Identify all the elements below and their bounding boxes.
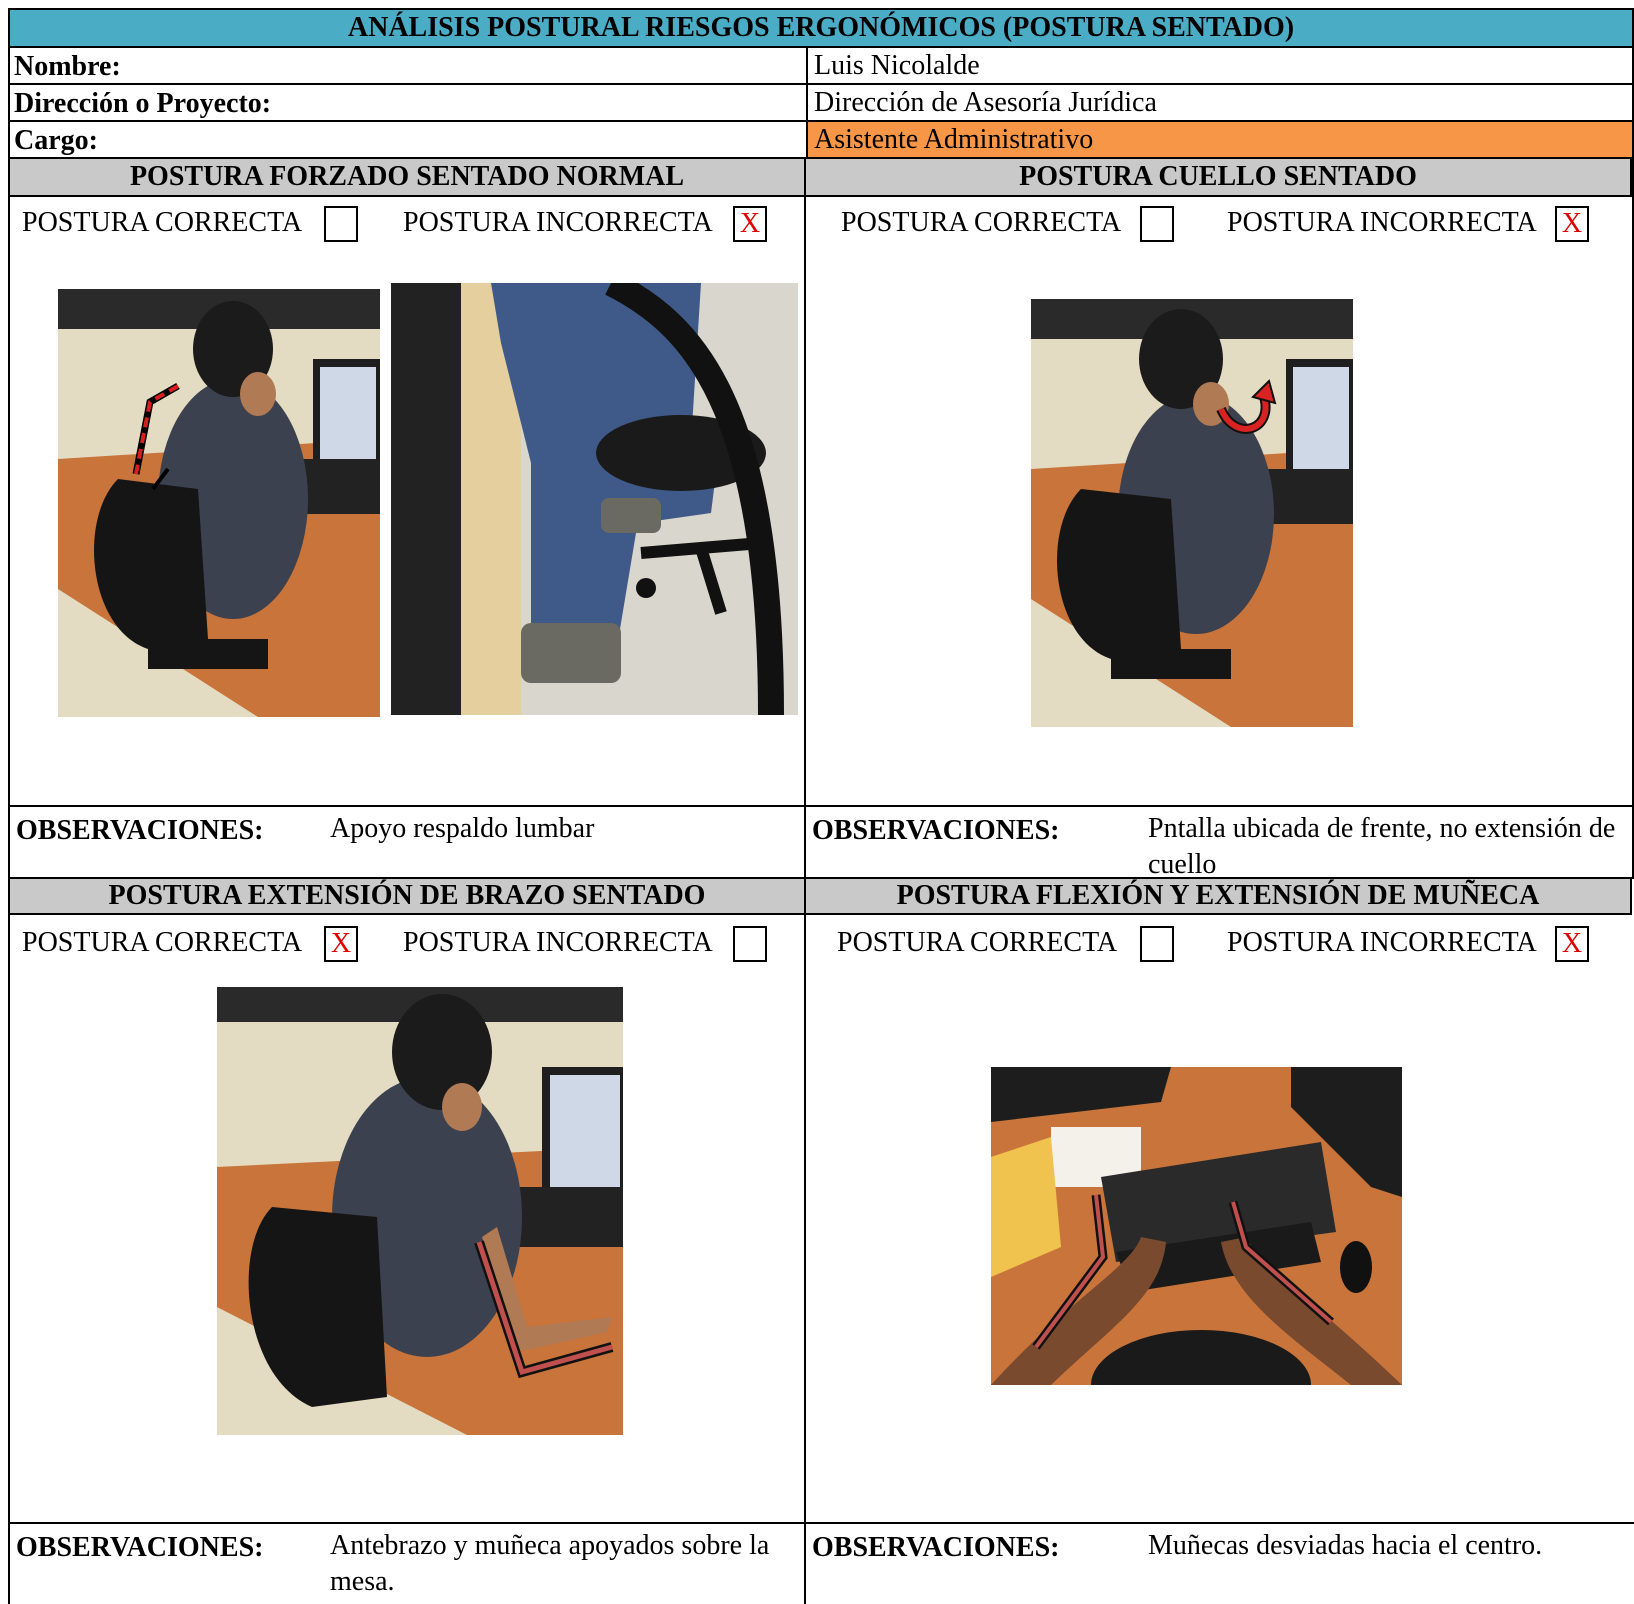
section-1-title: POSTURA FORZADO SENTADO NORMAL [10,159,804,197]
s3-correct-label: POSTURA CORRECTA [22,927,303,958]
s3-observations-label: OBSERVACIONES: [16,1532,264,1563]
cargo-row: Cargo: Asistente Administrativo [10,122,1634,159]
cargo-label: Cargo: [14,125,98,156]
obs-divider-2 [10,1522,1634,1524]
s1-observations-label: OBSERVACIONES: [16,815,264,846]
neck-posture-photo [1031,299,1353,727]
obs-divider-1 [10,805,1634,807]
s1-incorrect-label: POSTURA INCORRECTA [403,207,713,238]
nombre-label: Nombre: [14,51,121,82]
section-3-title: POSTURA EXTENSIÓN DE BRAZO SENTADO [10,877,804,915]
section-4-title: POSTURA FLEXIÓN Y EXTENSIÓN DE MUÑECA [806,877,1632,915]
s1-correct-checkbox[interactable] [324,206,358,242]
s1-correct-label: POSTURA CORRECTA [22,207,303,238]
section-2-title: POSTURA CUELLO SENTADO [806,159,1632,197]
nombre-value: Luis Nicolalde [806,48,1632,83]
s2-observations-label: OBSERVACIONES: [812,815,1060,846]
s4-correct-checkbox[interactable] [1140,926,1174,962]
s2-observations-text: Pntalla ubicada de frente, no extensión … [1148,813,1616,880]
s1-observations-text: Apoyo respaldo lumbar [330,813,595,844]
s3-correct-checkbox[interactable]: X [324,926,358,962]
nombre-row: Nombre: Luis Nicolalde [10,48,1634,85]
s4-incorrect-label: POSTURA INCORRECTA [1227,927,1537,958]
s4-correct-label: POSTURA CORRECTA [837,927,1118,958]
form-title: ANÁLISIS POSTURAL RIESGOS ERGONÓMICOS (P… [10,10,1634,48]
direccion-row: Dirección o Proyecto: Dirección de Aseso… [10,85,1634,122]
center-divider [804,159,806,1604]
seated-legs-photo [391,283,798,715]
s4-incorrect-checkbox[interactable]: X [1555,926,1589,962]
s3-observations-text: Antebrazo y muñeca apoyados sobre la mes… [330,1530,770,1597]
wrist-posture-photo [991,1067,1402,1385]
s2-correct-label: POSTURA CORRECTA [841,207,1122,238]
s2-incorrect-label: POSTURA INCORRECTA [1227,207,1537,238]
s2-correct-checkbox[interactable] [1140,206,1174,242]
s2-incorrect-checkbox[interactable]: X [1555,206,1589,242]
arm-extension-photo [217,987,623,1435]
s3-incorrect-checkbox[interactable] [733,926,767,962]
s4-observations-text: Muñecas desviadas hacia el centro. [1148,1530,1543,1561]
s1-incorrect-checkbox[interactable]: X [733,206,767,242]
seated-back-photo [58,289,380,717]
posture-analysis-form: ANÁLISIS POSTURAL RIESGOS ERGONÓMICOS (P… [8,8,1634,1604]
cargo-value: Asistente Administrativo [806,122,1632,157]
s3-incorrect-label: POSTURA INCORRECTA [403,927,713,958]
s4-observations-label: OBSERVACIONES: [812,1532,1060,1563]
direccion-label: Dirección o Proyecto: [14,88,272,119]
direccion-value: Dirección de Asesoría Jurídica [806,85,1632,120]
